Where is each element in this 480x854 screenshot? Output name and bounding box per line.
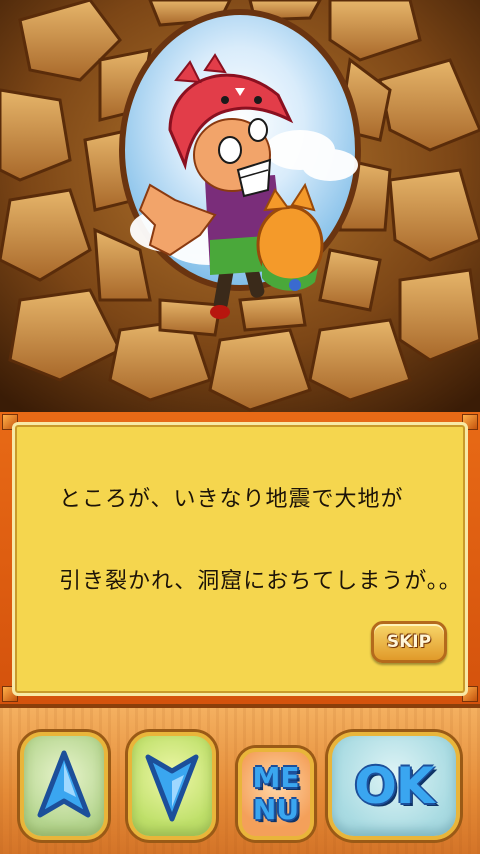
dialog-box: ところが、いきなり地震で大地が 引き裂かれ、洞窟におちてしまうが。。 SKIP xyxy=(12,422,468,696)
ok-button[interactable]: OK xyxy=(328,732,460,840)
skip-button[interactable]: SKIP xyxy=(371,621,447,663)
down-arrow-icon xyxy=(145,754,199,822)
menu-label: ME NU xyxy=(253,762,300,826)
ok-label: OK xyxy=(354,757,434,815)
menu-label-line-2: NU xyxy=(252,793,300,826)
up-button[interactable] xyxy=(20,732,108,840)
dialog-text-line-2: 引き裂かれ、洞窟におちてしまうが。。 xyxy=(59,569,462,594)
control-bar: ME NU OK xyxy=(0,704,480,854)
dialog-frame: ところが、いきなり地震で大地が 引き裂かれ、洞窟におちてしまうが。。 SKIP xyxy=(0,412,480,704)
menu-label-line-1: ME xyxy=(252,761,300,794)
down-button[interactable] xyxy=(128,732,216,840)
dialog-text-line-1: ところが、いきなり地震で大地が xyxy=(59,487,404,512)
up-arrow-icon xyxy=(37,750,91,818)
story-illustration xyxy=(0,0,480,412)
menu-button[interactable]: ME NU xyxy=(238,748,314,840)
